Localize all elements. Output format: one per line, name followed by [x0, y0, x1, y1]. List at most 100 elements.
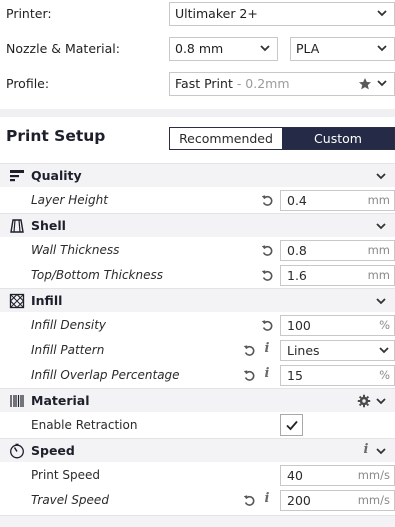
infill-density-unit: %: [379, 318, 390, 332]
tab-recommended[interactable]: Recommended: [170, 128, 282, 149]
nozzle-material-row: Nozzle & Material: 0.8 mm PLA: [0, 35, 395, 63]
setting-top-bottom-thickness: Top/Bottom Thickness 1.6 mm: [0, 263, 395, 288]
reset-icon[interactable]: [243, 369, 256, 382]
profile-detail: - 0.2mm: [232, 76, 290, 91]
infill-overlap-unit: %: [379, 368, 390, 382]
enable-retraction-checkbox[interactable]: [280, 414, 303, 436]
chevron-down-icon: [377, 80, 387, 87]
print-speed-label: Print Speed: [31, 468, 101, 482]
printer-value: Ultimaker 2+: [175, 6, 258, 21]
layer-height-value: 0.4: [287, 193, 307, 208]
reset-icon[interactable]: [261, 244, 274, 257]
info-icon[interactable]: i: [361, 442, 371, 457]
setting-enable-retraction: Enable Retraction: [0, 413, 395, 438]
top-bottom-thickness-unit: mm: [367, 268, 390, 282]
info-icon[interactable]: i: [262, 366, 272, 381]
infill-pattern-dropdown[interactable]: Lines: [280, 340, 395, 361]
quality-layers-icon: [10, 170, 24, 182]
profile-dropdown[interactable]: Fast Print - 0.2mm: [169, 72, 395, 96]
nozzle-dropdown[interactable]: 0.8 mm: [169, 37, 278, 61]
chevron-down-icon: [377, 10, 387, 17]
setting-print-speed: Print Speed 40 mm/s: [0, 463, 395, 488]
section-infill-label: Infill: [31, 293, 63, 308]
speed-gauge-icon: [10, 443, 24, 459]
infill-pattern-label: Infill Pattern: [31, 343, 105, 357]
top-bottom-thickness-value: 1.6: [287, 268, 307, 283]
layer-height-input[interactable]: 0.4 mm: [280, 190, 395, 211]
profile-label: Profile:: [6, 76, 50, 91]
section-shell-label: Shell: [31, 218, 66, 233]
infill-overlap-label: Infill Overlap Percentage: [31, 368, 180, 382]
info-icon[interactable]: i: [262, 341, 272, 356]
reset-icon[interactable]: [261, 319, 274, 332]
printer-row: Printer: Ultimaker 2+: [0, 0, 395, 28]
reset-icon[interactable]: [261, 269, 274, 282]
infill-grid-icon: [9, 293, 25, 309]
setting-infill-overlap: Infill Overlap Percentage i 15 %: [0, 363, 395, 388]
section-quality-label: Quality: [31, 168, 82, 183]
print-setup-title: Print Setup: [6, 127, 106, 145]
travel-speed-label: Travel Speed: [31, 493, 109, 507]
travel-speed-value: 200: [287, 493, 311, 508]
material-dropdown[interactable]: PLA: [290, 37, 395, 61]
infill-density-input[interactable]: 100 %: [280, 315, 395, 336]
reset-icon[interactable]: [243, 494, 256, 507]
shell-icon: [10, 219, 24, 233]
chevron-down-icon: [376, 448, 386, 455]
layer-height-label: Layer Height: [31, 193, 108, 207]
setting-wall-thickness: Wall Thickness 0.8 mm: [0, 238, 395, 263]
chevron-down-icon: [260, 45, 270, 52]
tab-custom[interactable]: Custom: [282, 128, 394, 149]
nozzle-value: 0.8 mm: [175, 41, 224, 56]
travel-speed-input[interactable]: 200 mm/s: [280, 490, 395, 511]
print-speed-value: 40: [287, 468, 303, 483]
travel-speed-unit: mm/s: [357, 493, 390, 507]
chevron-down-icon: [379, 347, 389, 354]
setting-layer-height: Layer Height 0.4 mm: [0, 188, 395, 213]
top-bottom-thickness-label: Top/Bottom Thickness: [31, 268, 163, 282]
material-value: PLA: [296, 41, 320, 56]
section-infill[interactable]: Infill: [0, 288, 395, 312]
setup-mode-tabs: Recommended Custom: [169, 127, 395, 150]
material-spool-icon: [10, 395, 24, 407]
profile-row: Profile: Fast Print - 0.2mm: [0, 70, 395, 98]
chevron-down-icon: [376, 173, 386, 180]
reset-icon[interactable]: [243, 344, 256, 357]
section-next-partial: [0, 515, 395, 527]
wall-thickness-input[interactable]: 0.8 mm: [280, 240, 395, 261]
wall-thickness-unit: mm: [367, 243, 390, 257]
layer-height-unit: mm: [367, 193, 390, 207]
printer-dropdown[interactable]: Ultimaker 2+: [169, 2, 395, 26]
section-material-label: Material: [31, 393, 90, 408]
print-speed-input[interactable]: 40 mm/s: [280, 465, 395, 486]
section-shell[interactable]: Shell: [0, 213, 395, 237]
top-bottom-thickness-input[interactable]: 1.6 mm: [280, 265, 395, 286]
nozzle-material-label: Nozzle & Material:: [6, 41, 120, 56]
wall-thickness-label: Wall Thickness: [31, 243, 120, 257]
gear-icon[interactable]: [357, 394, 371, 408]
wall-thickness-value: 0.8: [287, 243, 307, 258]
chevron-down-icon: [377, 45, 387, 52]
setting-infill-density: Infill Density 100 %: [0, 313, 395, 338]
section-quality[interactable]: Quality: [0, 163, 395, 187]
section-material[interactable]: Material: [0, 388, 395, 412]
setting-travel-speed: Travel Speed i 200 mm/s: [0, 488, 395, 513]
chevron-down-icon: [376, 298, 386, 305]
reset-icon[interactable]: [261, 194, 274, 207]
infill-overlap-input[interactable]: 15 %: [280, 365, 395, 386]
machine-panel: Printer: Ultimaker 2+ Nozzle & Material:…: [0, 0, 395, 109]
section-speed-label: Speed: [31, 443, 75, 458]
infill-density-value: 100: [287, 318, 311, 333]
infill-overlap-value: 15: [287, 368, 303, 383]
infill-pattern-value: Lines: [287, 343, 320, 358]
chevron-down-icon: [376, 398, 386, 405]
infill-density-label: Infill Density: [31, 318, 106, 332]
info-icon[interactable]: i: [262, 491, 272, 506]
printer-label: Printer:: [6, 6, 52, 21]
section-speed[interactable]: Speed i: [0, 438, 395, 462]
print-setup-panel: Print Setup Recommended Custom Quality L…: [0, 117, 395, 527]
setting-infill-pattern: Infill Pattern i Lines: [0, 338, 395, 363]
chevron-down-icon: [376, 223, 386, 230]
star-icon[interactable]: [358, 77, 372, 91]
print-speed-unit: mm/s: [357, 468, 390, 482]
